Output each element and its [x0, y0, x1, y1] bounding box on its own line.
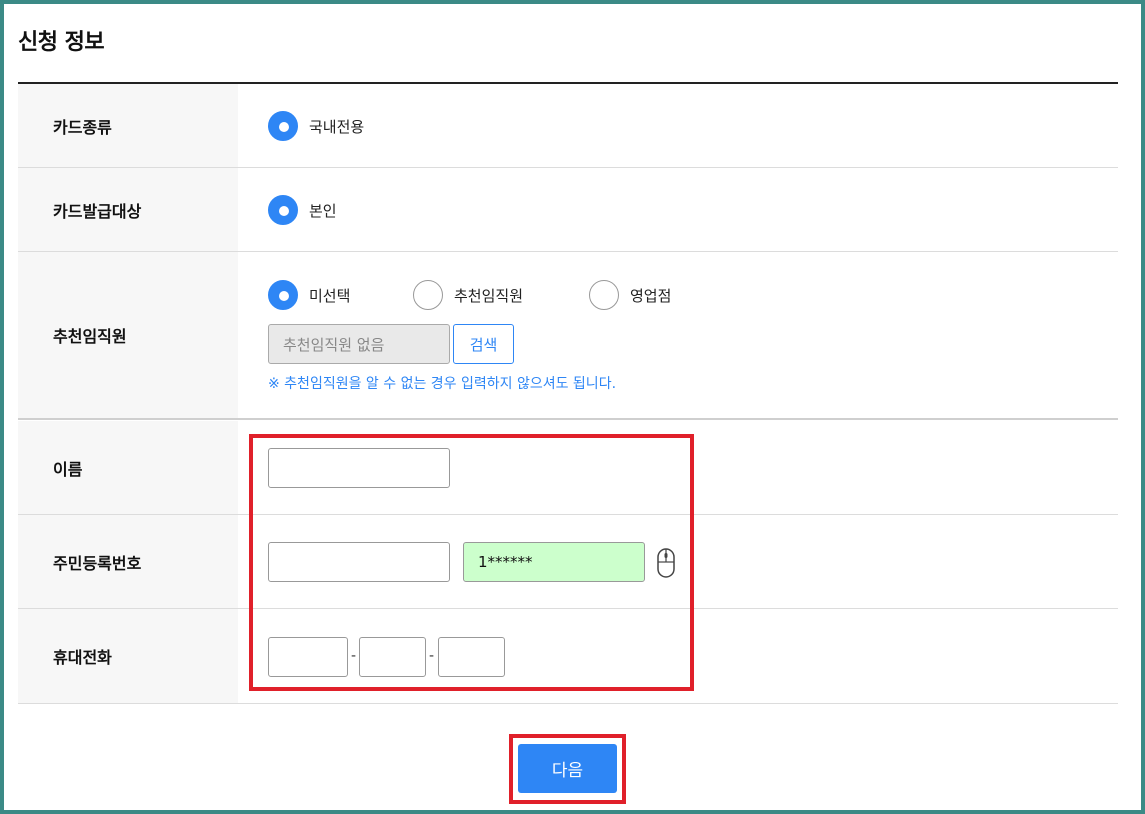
recommender-input[interactable]: 추천임직원 없음 — [268, 324, 450, 364]
radio-none[interactable]: 미선택 — [268, 280, 350, 310]
radio-domestic-label: 국내전용 — [309, 117, 365, 136]
radio-none-dot[interactable] — [268, 280, 298, 310]
radio-domestic[interactable]: 국내전용 — [268, 111, 364, 141]
radio-employee-dot[interactable] — [413, 280, 443, 310]
radio-none-label: 미선택 — [309, 286, 351, 305]
phone-label: 휴대전화 — [18, 609, 238, 703]
radio-branch-label: 영업점 — [630, 286, 672, 305]
row-recommender: 추천임직원 — [18, 252, 1118, 420]
radio-branch-dot[interactable] — [589, 280, 619, 310]
card-target-label: 카드발급대상 — [18, 168, 238, 251]
search-button[interactable]: 검색 — [453, 324, 514, 364]
radio-domestic-dot[interactable] — [268, 111, 298, 141]
radio-employee-label: 추천임직원 — [454, 286, 524, 305]
radio-branch[interactable]: 영업점 — [589, 280, 671, 310]
rrn-label: 주민등록번호 — [18, 515, 238, 608]
radio-self-dot[interactable] — [268, 195, 298, 225]
radio-self-label: 본인 — [309, 201, 337, 220]
row-card-type: 카드종류 — [18, 84, 1118, 168]
radio-employee[interactable]: 추천임직원 — [413, 280, 523, 310]
recommender-note: ※ 추천임직원을 알 수 없는 경우 입력하지 않으셔도 됩니다. — [268, 376, 617, 392]
name-label: 이름 — [18, 421, 238, 514]
row-card-target: 카드발급대상 — [18, 168, 1118, 252]
recommender-label: 추천임직원 — [18, 252, 238, 418]
highlight-box-personal-info — [249, 434, 694, 691]
card-type-label: 카드종류 — [18, 84, 238, 167]
next-button[interactable]: 다음 — [518, 744, 617, 793]
page-title: 신청 정보 — [18, 30, 105, 55]
radio-self[interactable]: 본인 — [268, 195, 337, 225]
